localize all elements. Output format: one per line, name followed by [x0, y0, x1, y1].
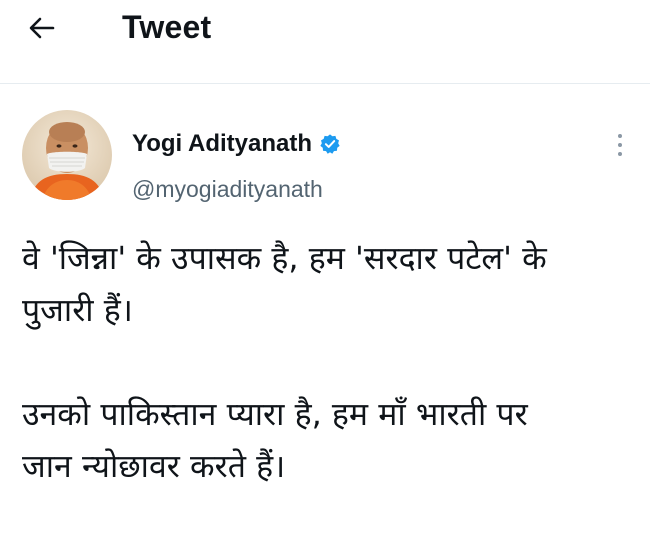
avatar[interactable]	[22, 110, 112, 200]
verified-badge-icon	[320, 134, 340, 154]
author-row: Yogi Adityanath	[132, 128, 341, 160]
more-options-button[interactable]	[606, 128, 634, 162]
tweet-text: वे 'जिन्ना' के उपासक है, हम 'सरदार पटेल'…	[22, 232, 632, 492]
author-handle[interactable]: @myogiadityanath	[132, 176, 323, 203]
tweet-text-line: पुजारी हैं।	[22, 291, 133, 329]
author-name[interactable]: Yogi Adityanath	[132, 130, 312, 158]
arrow-left-icon	[29, 17, 55, 39]
tweet-text-line: जान न्योछावर करते हैं।	[22, 447, 286, 485]
back-button[interactable]	[22, 8, 62, 48]
more-vertical-icon	[618, 134, 622, 138]
top-bar: Tweet	[0, 0, 650, 84]
page-title: Tweet	[122, 9, 212, 45]
avatar-image	[22, 110, 112, 200]
tweet-text-line: उनको पाकिस्तान प्यारा है, हम माँ भारती प…	[22, 395, 528, 433]
tweet: Yogi Adityanath @myogiadityanath वे 'जिन…	[0, 84, 650, 540]
tweet-text-line: वे 'जिन्ना' के उपासक है, हम 'सरदार पटेल'…	[22, 239, 547, 277]
